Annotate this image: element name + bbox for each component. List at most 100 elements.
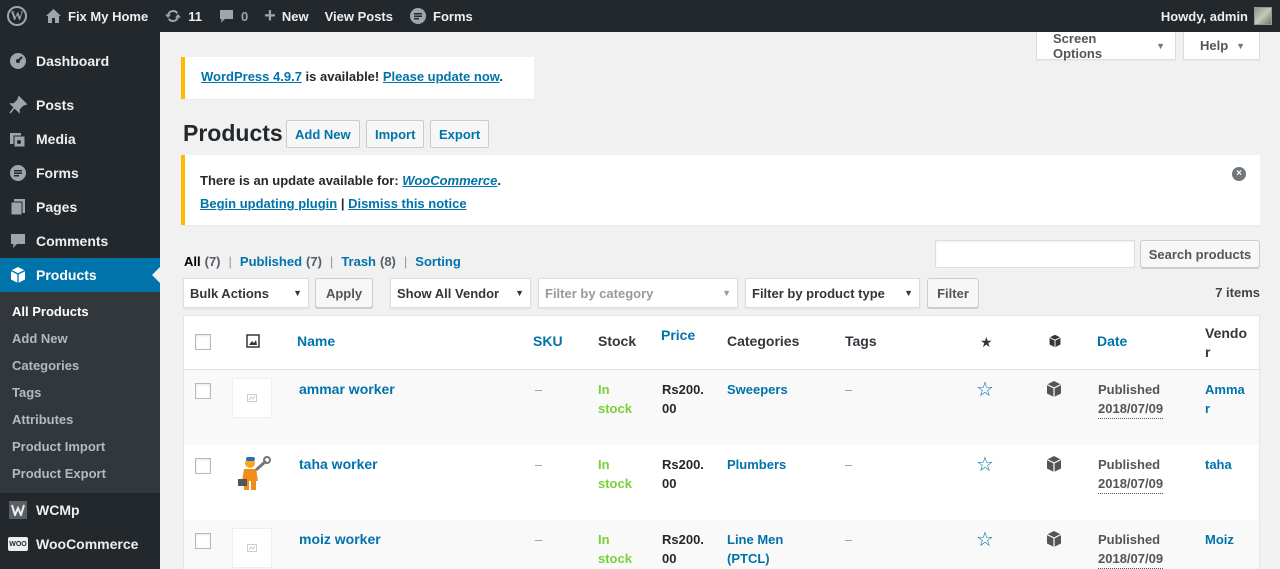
submenu-categories[interactable]: Categories xyxy=(0,352,160,379)
product-type-value: Filter by product type xyxy=(752,285,885,301)
category-filter-placeholder: Filter by category xyxy=(545,285,654,301)
sidebar-item-label: Pages xyxy=(36,199,78,215)
submenu-tags[interactable]: Tags xyxy=(0,379,160,406)
comments-link[interactable]: 0 xyxy=(210,0,256,32)
dashboard-icon xyxy=(8,51,28,71)
screen-options-button[interactable]: Screen Options ▼ xyxy=(1036,31,1176,61)
forms-link[interactable]: Forms xyxy=(401,0,481,32)
view-separator: | xyxy=(403,254,408,269)
caret-down-icon: ▼ xyxy=(1156,40,1165,51)
pages-icon xyxy=(8,197,28,217)
column-name[interactable]: Name xyxy=(297,333,335,349)
column-sku[interactable]: SKU xyxy=(533,333,563,349)
submenu-attributes[interactable]: Attributes xyxy=(0,406,160,433)
submenu-product-export[interactable]: Product Export xyxy=(0,460,160,487)
search-input[interactable] xyxy=(935,240,1135,268)
category-filter-select[interactable]: Filter by category ▼ xyxy=(538,278,738,308)
import-button[interactable]: Import xyxy=(366,120,425,148)
submenu-all-products[interactable]: All Products xyxy=(0,298,160,325)
help-label: Help xyxy=(1200,38,1229,53)
row-checkbox[interactable] xyxy=(195,383,211,399)
featured-star-icon[interactable]: ☆ xyxy=(976,530,994,550)
search-products-button[interactable]: Search products xyxy=(1140,240,1260,268)
wp-logo-menu[interactable]: W xyxy=(0,0,37,32)
table-row: taha worker – In stock Rs200. 00 Plumber… xyxy=(184,445,1259,520)
update-now-link[interactable]: Please update now xyxy=(383,69,500,84)
category-link[interactable]: Plumbers xyxy=(727,455,786,474)
export-button[interactable]: Export xyxy=(430,120,490,148)
notice-end: . xyxy=(497,173,502,188)
product-thumbnail-placeholder[interactable] xyxy=(232,378,272,418)
vendor-link[interactable]: taha xyxy=(1205,455,1232,474)
wcmp-icon xyxy=(8,500,28,520)
product-sku: – xyxy=(535,457,543,472)
sidebar-item-forms[interactable]: Forms xyxy=(0,156,160,190)
begin-updating-link[interactable]: Begin updating plugin xyxy=(200,196,337,211)
submenu-product-import[interactable]: Product Import xyxy=(0,433,160,460)
view-posts-link[interactable]: View Posts xyxy=(317,0,401,32)
product-type-select[interactable]: Filter by product type ▼ xyxy=(745,278,920,308)
row-checkbox[interactable] xyxy=(195,533,211,549)
column-price[interactable]: Price xyxy=(661,327,695,343)
category-link[interactable]: Sweepers xyxy=(727,380,788,399)
new-content-link[interactable]: + New xyxy=(256,0,316,32)
category-link[interactable]: Line Men (PTCL) xyxy=(727,530,783,568)
featured-star-icon[interactable]: ☆ xyxy=(976,455,994,475)
wordpress-version-link[interactable]: WordPress 4.9.7 xyxy=(201,69,302,84)
my-account-link[interactable]: Howdy, admin xyxy=(1161,7,1280,25)
sidebar-item-comments[interactable]: Comments xyxy=(0,224,160,258)
select-all-checkbox[interactable] xyxy=(195,334,211,350)
updates-link[interactable]: 11 xyxy=(156,0,210,32)
comments-count: 0 xyxy=(240,8,249,24)
woocommerce-update-notice: There is an update available for: WooCom… xyxy=(181,155,1260,225)
column-date[interactable]: Date xyxy=(1097,333,1127,349)
post-status: Published xyxy=(1098,457,1161,472)
sidebar-item-media[interactable]: Media xyxy=(0,122,160,156)
woocommerce-link[interactable]: WooCommerce xyxy=(402,173,497,188)
post-date: 2018/07/09 xyxy=(1098,549,1164,569)
view-all[interactable]: All (7) xyxy=(184,254,221,269)
product-name-link[interactable]: taha worker xyxy=(299,455,378,474)
close-icon[interactable]: × xyxy=(1232,167,1246,181)
comment-bubble-icon xyxy=(218,8,235,24)
product-price: Rs200. 00 xyxy=(662,457,704,491)
view-separator: | xyxy=(228,254,232,269)
vendor-select[interactable]: Show All Vendor ▼ xyxy=(390,278,531,308)
view-published[interactable]: Published (7) xyxy=(240,254,322,269)
apply-button[interactable]: Apply xyxy=(315,278,373,308)
bulk-actions-select[interactable]: Bulk Actions ▼ xyxy=(183,278,309,308)
sidebar-item-wcmp[interactable]: WCMp xyxy=(0,493,160,527)
sidebar-item-pages[interactable]: Pages xyxy=(0,190,160,224)
forms-label: Forms xyxy=(433,8,473,24)
view-sorting[interactable]: Sorting xyxy=(415,254,461,269)
status-views: All (7) | Published (7) | Trash (8) | Sorti… xyxy=(184,254,461,269)
filter-button[interactable]: Filter xyxy=(927,278,979,308)
howdy-text: Howdy, admin xyxy=(1160,8,1248,24)
featured-star-icon[interactable]: ☆ xyxy=(976,380,994,400)
dismiss-notice-link[interactable]: Dismiss this notice xyxy=(348,196,466,211)
add-new-button[interactable]: Add New xyxy=(286,120,360,148)
avatar xyxy=(1254,7,1272,25)
plumber-thumbnail-image[interactable] xyxy=(234,453,274,493)
product-thumbnail-placeholder[interactable] xyxy=(232,528,272,568)
featured-star-icon: ★ xyxy=(980,334,993,350)
row-checkbox[interactable] xyxy=(195,458,211,474)
admin-bar: W Fix My Home 11 0 + New View Posts Form… xyxy=(0,0,1280,32)
submenu-add-new[interactable]: Add New xyxy=(0,325,160,352)
view-label: Trash xyxy=(341,254,376,269)
sidebar-item-posts[interactable]: Posts xyxy=(0,88,160,122)
new-label: New xyxy=(281,8,309,24)
home-icon xyxy=(45,8,62,24)
column-categories: Categories xyxy=(727,333,800,349)
product-name-link[interactable]: moiz worker xyxy=(299,530,381,549)
vendor-link[interactable]: Amma r xyxy=(1205,380,1245,418)
sidebar-item-woocommerce[interactable]: WOO WooCommerce xyxy=(0,527,160,561)
view-trash[interactable]: Trash (8) xyxy=(341,254,396,269)
product-name-link[interactable]: ammar worker xyxy=(299,380,395,399)
vendor-link[interactable]: Moiz xyxy=(1205,530,1234,549)
site-name-link[interactable]: Fix My Home xyxy=(37,0,156,32)
woo-icon: WOO xyxy=(8,534,28,554)
sidebar-item-products[interactable]: Products xyxy=(0,258,160,292)
help-button[interactable]: Help ▼ xyxy=(1183,32,1260,60)
sidebar-item-dashboard[interactable]: Dashboard xyxy=(0,44,160,78)
